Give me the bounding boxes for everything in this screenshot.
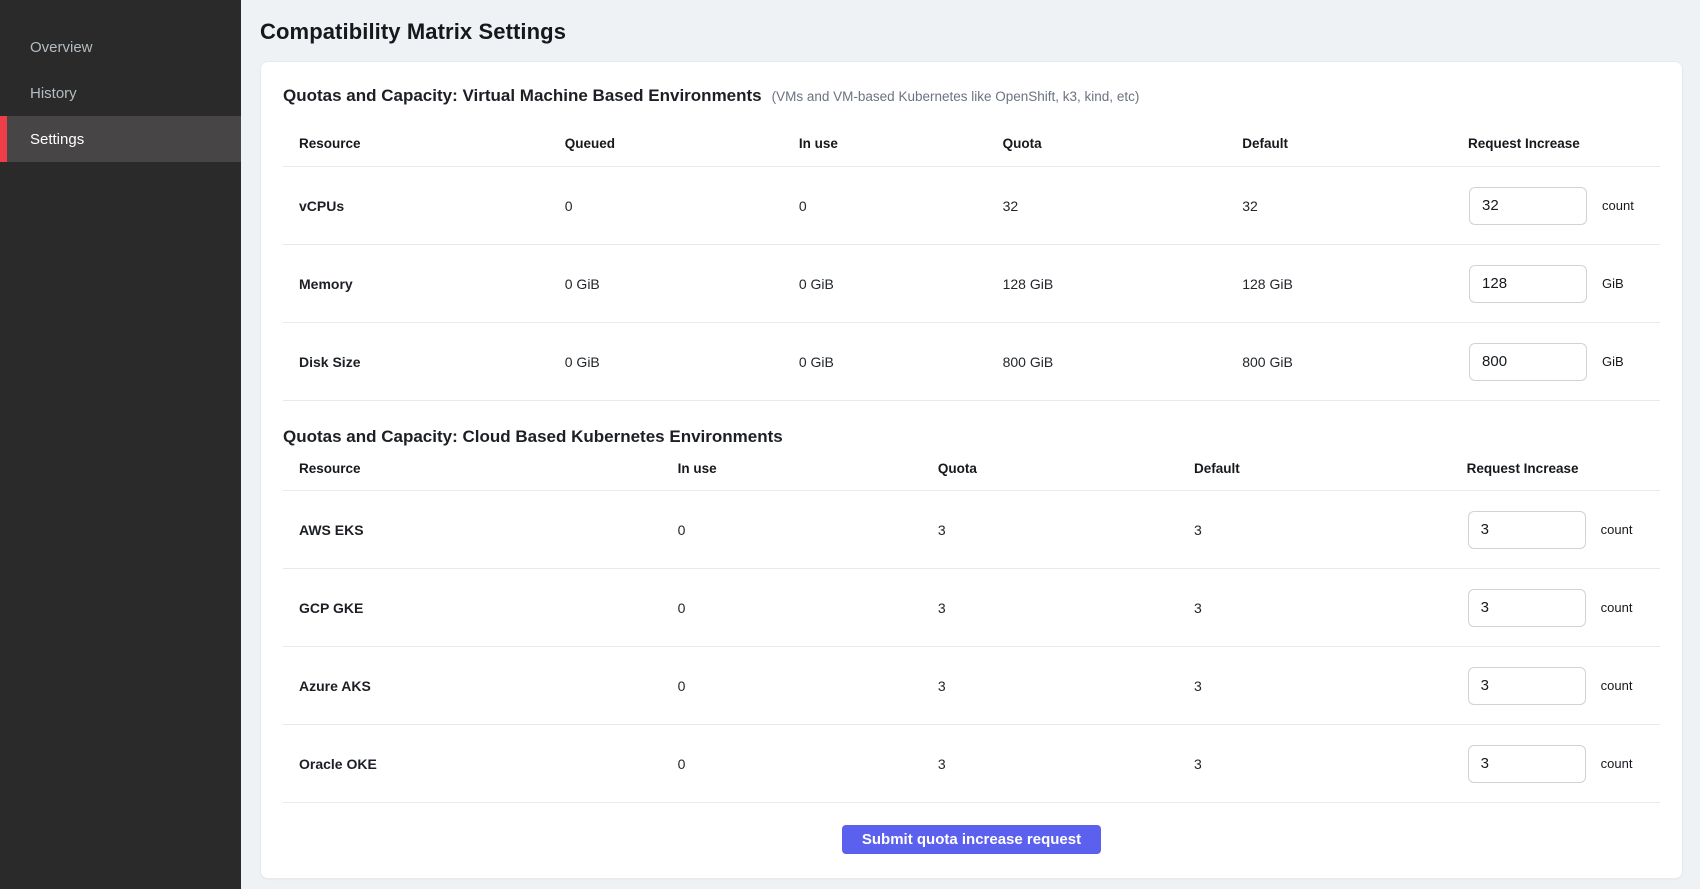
request-increase-cell: GiB [1452, 343, 1660, 381]
request-increase-cell: count [1451, 511, 1659, 549]
request-increase-cell: count [1451, 667, 1659, 705]
resource-name: AWS EKS [283, 522, 662, 538]
default-value: 128 GiB [1226, 276, 1452, 292]
default-value: 3 [1178, 756, 1451, 772]
default-value: 3 [1178, 600, 1451, 616]
in-use-value: 0 [662, 522, 922, 538]
queued-value: 0 GiB [549, 276, 783, 292]
page-title: Compatibility Matrix Settings [260, 19, 1683, 45]
unit-label: count [1601, 522, 1633, 537]
column-header-quota: Quota [987, 136, 1227, 151]
in-use-value: 0 [783, 198, 987, 214]
column-header-resource: Resource [283, 461, 662, 476]
column-header-request-increase: Request Increase [1451, 461, 1659, 476]
column-header-in-use: In use [662, 461, 922, 476]
resource-name: Memory [283, 276, 549, 292]
column-header-queued: Queued [549, 136, 783, 151]
azure-aks-request-input[interactable] [1468, 667, 1586, 705]
request-increase-cell: count [1452, 187, 1660, 225]
default-value: 32 [1226, 198, 1452, 214]
column-header-request-increase: Request Increase [1452, 136, 1660, 151]
column-header-quota: Quota [922, 461, 1178, 476]
aws-eks-request-input[interactable] [1468, 511, 1586, 549]
cloud-table-header: Resource In use Quota Default Request In… [283, 461, 1660, 491]
table-row-memory: Memory 0 GiB 0 GiB 128 GiB 128 GiB GiB [283, 245, 1660, 323]
resource-name: GCP GKE [283, 600, 662, 616]
table-row-vcpus: vCPUs 0 0 32 32 count [283, 167, 1660, 245]
resource-name: Disk Size [283, 354, 549, 370]
vm-section-header: Quotas and Capacity: Virtual Machine Bas… [283, 86, 1660, 106]
unit-label: count [1602, 198, 1634, 213]
unit-label: count [1601, 756, 1633, 771]
in-use-value: 0 GiB [783, 354, 987, 370]
unit-label: GiB [1602, 354, 1624, 369]
default-value: 3 [1178, 678, 1451, 694]
vm-section-title: Quotas and Capacity: Virtual Machine Bas… [283, 86, 762, 106]
cloud-section-title: Quotas and Capacity: Cloud Based Kuberne… [283, 427, 783, 447]
quota-value: 3 [922, 600, 1178, 616]
queued-value: 0 [549, 198, 783, 214]
quota-settings-card: Quotas and Capacity: Virtual Machine Bas… [260, 61, 1683, 879]
in-use-value: 0 [662, 600, 922, 616]
table-row-azure-aks: Azure AKS 0 3 3 count [283, 647, 1660, 725]
unit-label: count [1601, 678, 1633, 693]
main-content: Compatibility Matrix Settings Quotas and… [241, 0, 1700, 889]
submit-quota-increase-button[interactable]: Submit quota increase request [842, 825, 1101, 854]
gcp-gke-request-input[interactable] [1468, 589, 1586, 627]
column-header-default: Default [1226, 136, 1452, 151]
disk-size-request-input[interactable] [1469, 343, 1587, 381]
sidebar-item-history[interactable]: History [0, 70, 241, 116]
submit-row: Submit quota increase request [283, 825, 1660, 854]
column-header-in-use: In use [783, 136, 987, 151]
quota-value: 3 [922, 756, 1178, 772]
resource-name: Azure AKS [283, 678, 662, 694]
default-value: 3 [1178, 522, 1451, 538]
quota-value: 3 [922, 678, 1178, 694]
queued-value: 0 GiB [549, 354, 783, 370]
quota-value: 3 [922, 522, 1178, 538]
table-row-oracle-oke: Oracle OKE 0 3 3 count [283, 725, 1660, 803]
quota-value: 800 GiB [987, 354, 1227, 370]
table-row-aws-eks: AWS EKS 0 3 3 count [283, 491, 1660, 569]
sidebar: Overview History Settings [0, 0, 241, 889]
memory-request-input[interactable] [1469, 265, 1587, 303]
vcpus-request-input[interactable] [1469, 187, 1587, 225]
quota-value: 128 GiB [987, 276, 1227, 292]
default-value: 800 GiB [1226, 354, 1452, 370]
sidebar-item-label: Overview [30, 39, 93, 56]
table-row-disk-size: Disk Size 0 GiB 0 GiB 800 GiB 800 GiB Gi… [283, 323, 1660, 401]
resource-name: vCPUs [283, 198, 549, 214]
quota-value: 32 [987, 198, 1227, 214]
sidebar-item-label: History [30, 85, 77, 102]
column-header-default: Default [1178, 461, 1451, 476]
request-increase-cell: count [1451, 589, 1659, 627]
request-increase-cell: GiB [1452, 265, 1660, 303]
vm-section-subtitle: (VMs and VM-based Kubernetes like OpenSh… [772, 89, 1140, 104]
sidebar-item-label: Settings [30, 131, 84, 148]
vm-table-header: Resource Queued In use Quota Default Req… [283, 136, 1660, 167]
resource-name: Oracle OKE [283, 756, 662, 772]
request-increase-cell: count [1451, 745, 1659, 783]
unit-label: GiB [1602, 276, 1624, 291]
in-use-value: 0 [662, 678, 922, 694]
column-header-resource: Resource [283, 136, 549, 151]
cloud-section-header: Quotas and Capacity: Cloud Based Kuberne… [283, 427, 1660, 447]
unit-label: count [1601, 600, 1633, 615]
sidebar-item-settings[interactable]: Settings [0, 116, 241, 162]
oracle-oke-request-input[interactable] [1468, 745, 1586, 783]
in-use-value: 0 GiB [783, 276, 987, 292]
in-use-value: 0 [662, 756, 922, 772]
sidebar-item-overview[interactable]: Overview [0, 24, 241, 70]
table-row-gcp-gke: GCP GKE 0 3 3 count [283, 569, 1660, 647]
